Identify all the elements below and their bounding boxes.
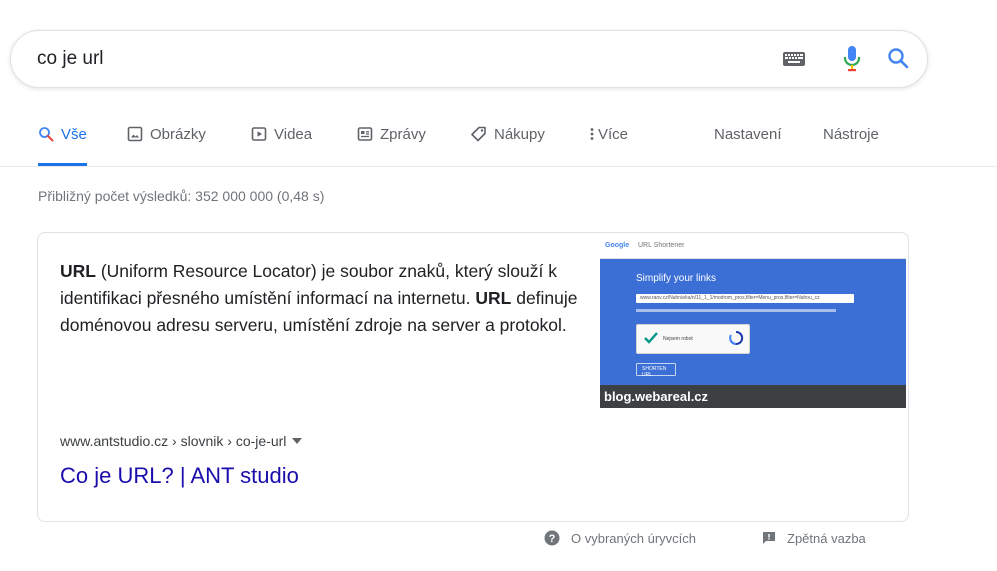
search-icon [38, 126, 54, 142]
search-box[interactable] [10, 30, 928, 88]
search-tabs: Vše Obrázky Videa Zprávy Nákupy Více Nas… [0, 122, 997, 167]
help-icon: ? [544, 530, 560, 546]
image-header: Google URL Shortener [600, 236, 906, 259]
microphone-icon[interactable] [843, 45, 861, 78]
checkmark-icon [643, 330, 659, 351]
notice-line [636, 309, 836, 312]
tab-label: Zprávy [380, 126, 426, 143]
image-content: Simplify your links www.raov.cz/Nahrávka… [600, 259, 906, 385]
image-source-caption: blog.webareal.cz [600, 385, 906, 408]
tab-label: Vše [61, 126, 87, 143]
search-input[interactable] [37, 45, 737, 73]
about-snippets-link[interactable]: ? O vybraných úryvcích [544, 528, 696, 548]
result-stats: Přibližný počet výsledků: 352 000 000 (0… [38, 188, 325, 204]
play-icon [251, 126, 267, 142]
result-url: www.antstudio.cz › slovnik › co-je-url [60, 433, 303, 449]
search-icon[interactable] [886, 46, 910, 75]
url-field: www.raov.cz/Nahrávka/n/11_1_1/modrom_pro… [636, 294, 854, 303]
feedback-link[interactable]: Zpětná vazba [762, 528, 866, 548]
caret-down-icon[interactable] [292, 438, 303, 444]
feedback-icon [762, 531, 776, 545]
tab-label: Videa [274, 126, 313, 143]
tab-videos[interactable]: Videa [251, 126, 312, 162]
tab-news[interactable]: Zprávy [357, 126, 426, 162]
snippet-image[interactable]: Google URL Shortener Simplify your links… [600, 236, 906, 408]
tab-more[interactable]: Více [590, 126, 628, 162]
active-tab-indicator [38, 163, 87, 166]
more-vert-icon [590, 126, 594, 142]
keyboard-icon[interactable] [783, 52, 805, 71]
tab-label: Nákupy [494, 126, 545, 143]
image-icon [127, 126, 143, 142]
tools-link[interactable]: Nástroje [823, 126, 879, 162]
settings-link[interactable]: Nastavení [714, 126, 782, 162]
tab-all[interactable]: Vše [38, 126, 87, 166]
tab-shopping[interactable]: Nákupy [470, 126, 545, 162]
google-logo: Google [605, 242, 630, 249]
featured-snippet: URL (Uniform Resource Locator) je soubor… [37, 232, 909, 522]
svg-text:?: ? [549, 533, 556, 545]
tab-label: Více [598, 126, 629, 143]
tab-images[interactable]: Obrázky [127, 126, 206, 162]
tab-label: Obrázky [150, 126, 206, 143]
shorten-button: SHORTEN URL [636, 363, 676, 378]
result-title-link[interactable]: Co je URL? | ANT studio [60, 463, 299, 489]
news-icon [357, 126, 373, 142]
recaptcha-icon [728, 330, 744, 351]
captcha-box: Nejsem robot [636, 324, 750, 354]
snippet-text: URL (Uniform Resource Locator) je soubor… [60, 261, 578, 335]
tag-icon [470, 126, 487, 142]
